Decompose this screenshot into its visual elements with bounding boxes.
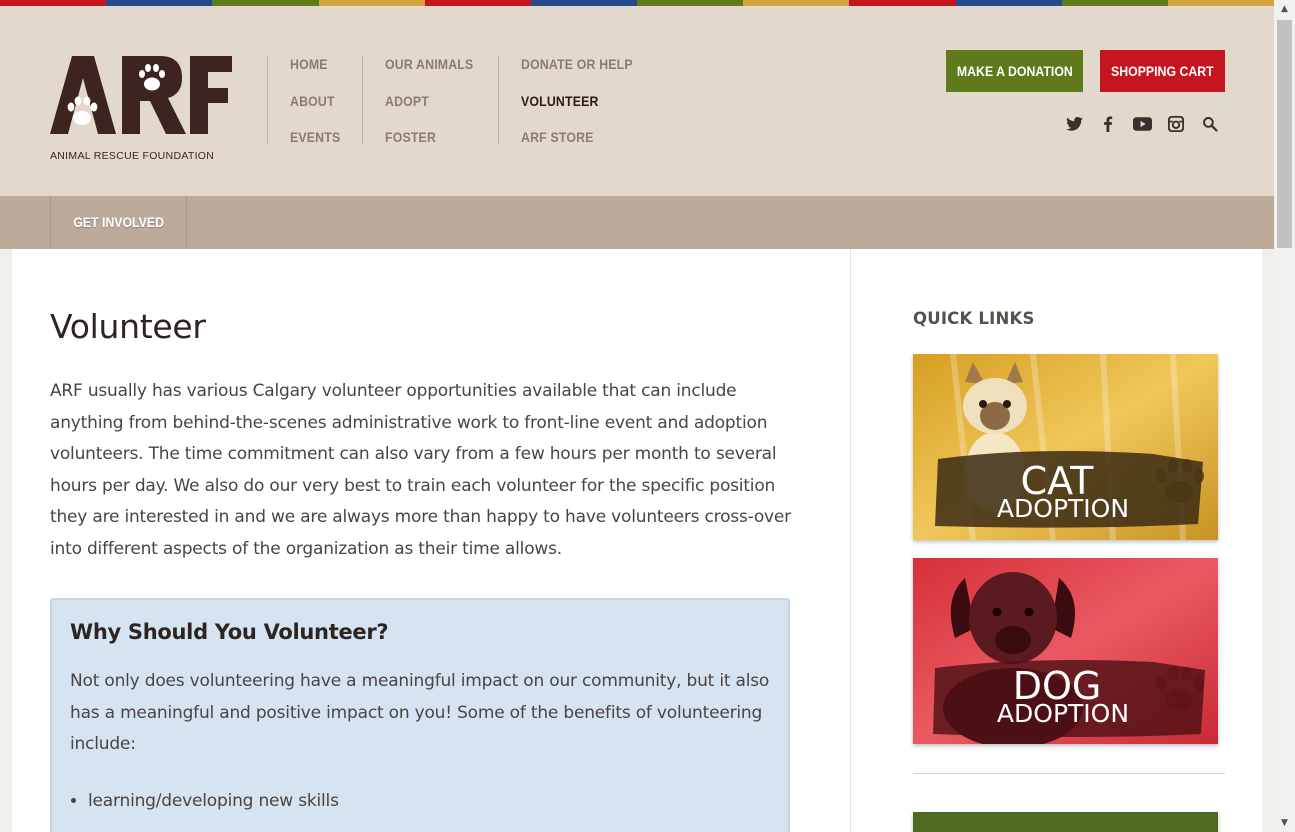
quick-links-heading: QUICK LINKS	[913, 309, 1035, 328]
search-icon[interactable]	[1200, 114, 1220, 134]
site-header: ANIMAL RESCUE FOUNDATION HOME ABOUT EVEN…	[0, 6, 1274, 196]
sidebar-divider	[913, 773, 1225, 774]
twitter-icon[interactable]	[1064, 114, 1084, 134]
benefits-list: learning/developing new skills	[70, 791, 770, 811]
dog-adoption-card[interactable]: DOG ADOPTION	[913, 558, 1218, 744]
nav-donate-or-help[interactable]: DONATE OR HELP	[499, 56, 639, 93]
youtube-icon[interactable]	[1132, 114, 1152, 134]
make-a-donation-button[interactable]: MAKE A DONATION	[946, 50, 1083, 92]
nav-volunteer[interactable]: VOLUNTEER	[499, 93, 639, 130]
callout-heading: Why Should You Volunteer?	[70, 620, 389, 644]
scroll-up-arrow-icon[interactable]: ▲	[1274, 0, 1295, 18]
nav-our-animals[interactable]: OUR ANIMALS	[363, 56, 482, 93]
why-volunteer-callout: Why Should You Volunteer? Not only does …	[50, 598, 790, 832]
nav-foster[interactable]: FOSTER	[363, 129, 482, 166]
sub-navigation-bar: GET INVOLVED	[0, 196, 1274, 249]
tab-get-involved[interactable]: GET INVOLVED	[50, 196, 187, 249]
column-divider	[850, 249, 851, 832]
quick-link-card-partial[interactable]	[913, 812, 1218, 832]
cat-adoption-card[interactable]: CAT ADOPTION	[913, 354, 1218, 540]
scrollbar-thumb[interactable]	[1277, 20, 1292, 248]
cat-card-line2: ADOPTION	[997, 494, 1129, 523]
nav-arf-store[interactable]: ARF STORE	[499, 129, 639, 166]
page-scrollbar[interactable]: ▲ ▼	[1274, 0, 1295, 832]
shopping-cart-button[interactable]: SHOPPING CART	[1100, 50, 1225, 92]
logo-subtitle: ANIMAL RESCUE FOUNDATION	[50, 150, 215, 162]
social-icons	[1064, 114, 1220, 134]
nav-home[interactable]: HOME	[268, 56, 351, 93]
facebook-icon[interactable]	[1098, 114, 1118, 134]
main-content: Volunteer ARF usually has various Calgar…	[50, 249, 850, 832]
nav-column-1: HOME ABOUT EVENTS	[267, 56, 362, 145]
tab-get-involved-label: GET INVOLVED	[73, 214, 164, 230]
content-panel: Volunteer ARF usually has various Calgar…	[12, 249, 1262, 832]
shopping-cart-label: SHOPPING CART	[1111, 63, 1214, 79]
list-item: learning/developing new skills	[88, 791, 770, 811]
make-a-donation-label: MAKE A DONATION	[956, 63, 1073, 79]
nav-events[interactable]: EVENTS	[268, 129, 351, 166]
arf-logo-mark	[50, 56, 232, 134]
nav-column-3: DONATE OR HELP VOLUNTEER ARF STORE	[498, 56, 658, 145]
page-title: Volunteer	[50, 307, 206, 346]
intro-paragraph: ARF usually has various Calgary voluntee…	[50, 381, 791, 559]
callout-text: Not only does volunteering have a meanin…	[70, 671, 770, 755]
dog-card-line2: ADOPTION	[997, 699, 1129, 728]
arf-logo[interactable]: ANIMAL RESCUE FOUNDATION	[50, 56, 232, 168]
scroll-down-arrow-icon[interactable]: ▼	[1274, 814, 1295, 832]
nav-about[interactable]: ABOUT	[268, 93, 351, 130]
nav-adopt[interactable]: ADOPT	[363, 93, 482, 130]
sidebar: QUICK LINKS CAT ADOPTION DOG ADOPTION	[913, 249, 1225, 832]
nav-column-2: OUR ANIMALS ADOPT FOSTER	[362, 56, 498, 145]
instagram-icon[interactable]	[1166, 114, 1186, 134]
